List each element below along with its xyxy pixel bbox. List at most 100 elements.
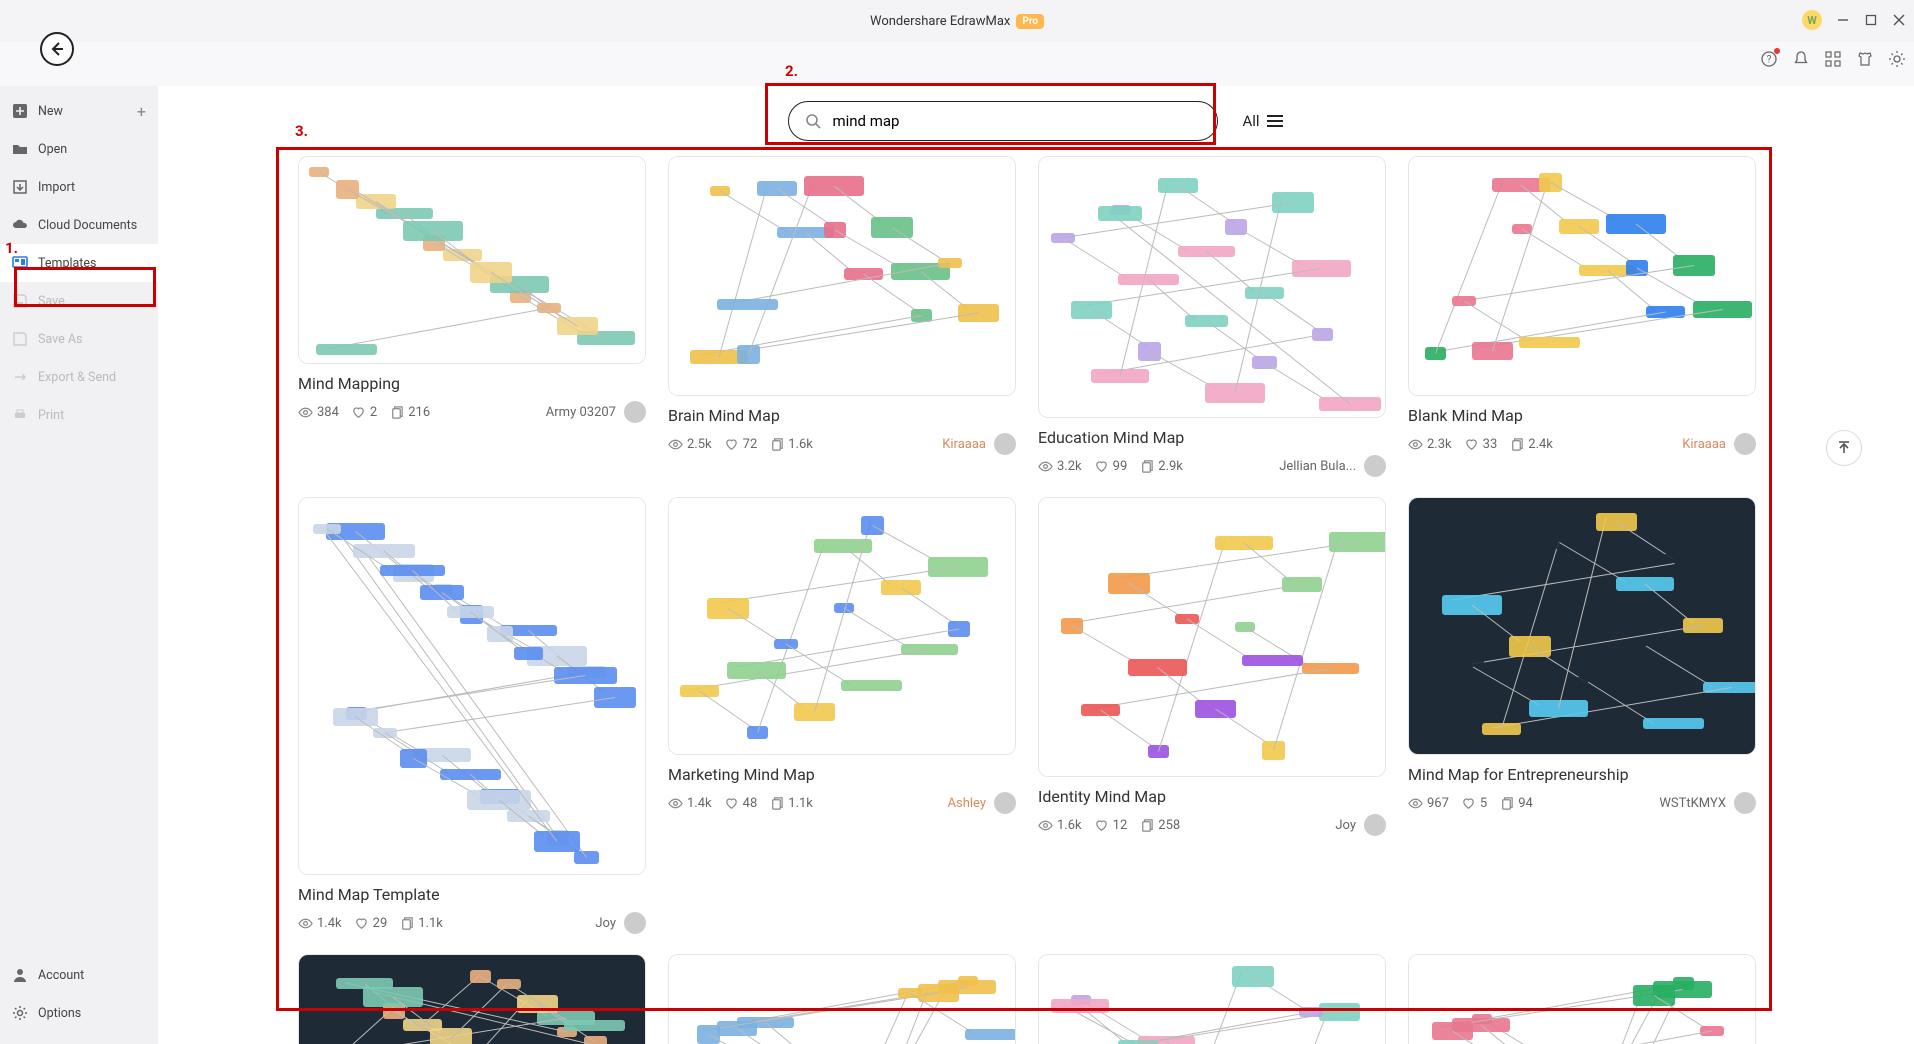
template-card[interactable]: Mind Map Template 1.4k 29 1.1k Joy (298, 497, 646, 934)
search-box[interactable] (788, 101, 1218, 141)
sidebar-item-import[interactable]: Import (0, 168, 158, 206)
template-card[interactable]: Blank Mind Map 2.3k 33 2.4k Kiraaaa (1408, 156, 1756, 455)
sidebar-item-open[interactable]: Open (0, 130, 158, 168)
results-grid: Mind Mapping 384 2 216 Army 03207 Brain … (298, 156, 1794, 1044)
sidebar-item-saveas: Save As (0, 320, 158, 358)
sidebar-item-templates[interactable]: Templates (0, 244, 158, 282)
template-author[interactable]: Joy (595, 912, 646, 934)
back-arrow-icon (48, 40, 66, 58)
template-thumbnail[interactable] (1408, 954, 1756, 1044)
template-author[interactable]: WSTtKMYX (1659, 792, 1756, 814)
template-title: Education Mind Map (1038, 428, 1386, 447)
folder-icon (12, 141, 28, 157)
copies-stat: 258 (1139, 818, 1180, 833)
template-author[interactable]: Ashley (948, 792, 1016, 814)
help-icon[interactable]: ? (1760, 50, 1778, 68)
template-thumbnail[interactable] (1038, 954, 1386, 1044)
likes-stat: 5 (1461, 796, 1487, 811)
template-author[interactable]: Kiraaaa (1682, 433, 1756, 455)
gear-icon (12, 1005, 28, 1021)
sidebar-label: Cloud Documents (38, 218, 137, 233)
minimize-button[interactable] (1836, 13, 1850, 27)
template-thumbnail[interactable] (668, 497, 1016, 755)
sidebar-item-new[interactable]: New + (0, 92, 158, 130)
gear-icon[interactable] (1888, 50, 1906, 68)
annotation-1: 1. (5, 239, 18, 257)
template-title: Mind Map Template (298, 885, 646, 904)
template-card[interactable]: Marketing Mind Map 1.4k 48 1.1k Ashley (668, 497, 1016, 814)
template-author[interactable]: Jellian Bula... (1279, 455, 1386, 477)
likes-stat: 2 (351, 405, 377, 420)
close-button[interactable] (1892, 13, 1906, 27)
template-meta: 2.3k 33 2.4k Kiraaaa (1408, 433, 1756, 455)
copies-stat: 2.4k (1509, 437, 1553, 452)
template-card[interactable] (298, 954, 646, 1044)
grid-icon[interactable] (1824, 50, 1842, 68)
template-thumbnail[interactable] (1038, 156, 1386, 418)
template-thumbnail[interactable] (298, 954, 646, 1044)
sidebar-item-account[interactable]: Account (0, 956, 158, 994)
template-thumbnail[interactable] (1038, 497, 1386, 777)
account-icon (12, 967, 28, 983)
template-card[interactable] (668, 954, 1016, 1044)
app-title: Wondershare EdrawMax (870, 14, 1010, 29)
scroll-top-button[interactable] (1826, 430, 1862, 466)
template-thumbnail[interactable] (668, 954, 1016, 1044)
templates-icon (12, 255, 28, 271)
template-thumbnail[interactable] (1408, 156, 1756, 396)
views-stat: 3.2k (1038, 459, 1082, 474)
sidebar-label: Export & Send (38, 370, 116, 385)
bell-icon[interactable] (1792, 50, 1810, 68)
sidebar-label: Account (38, 968, 84, 983)
user-avatar[interactable]: W (1802, 10, 1822, 30)
notification-dot (1774, 48, 1780, 54)
template-card[interactable]: Identity Mind Map 1.6k 12 258 Joy (1038, 497, 1386, 836)
template-author[interactable]: Joy (1335, 814, 1386, 836)
filter-all[interactable]: All (1242, 112, 1283, 130)
maximize-button[interactable] (1864, 13, 1878, 27)
sidebar-item-cloud[interactable]: Cloud Documents (0, 206, 158, 244)
search-input[interactable] (832, 112, 1201, 130)
template-card[interactable] (1038, 954, 1386, 1044)
template-meta: 967 5 94 WSTtKMYX (1408, 792, 1756, 814)
save-icon (12, 293, 28, 309)
template-card[interactable]: Brain Mind Map 2.5k 72 1.6k Kiraaaa (668, 156, 1016, 455)
author-avatar (624, 912, 646, 934)
template-card[interactable] (1408, 954, 1756, 1044)
template-card[interactable]: Education Mind Map 3.2k 99 2.9k Jellian … (1038, 156, 1386, 477)
views-stat: 1.4k (298, 916, 342, 931)
back-button[interactable] (40, 32, 74, 66)
template-thumbnail[interactable] (1408, 497, 1756, 755)
sidebar-label: Save As (38, 332, 82, 347)
author-avatar (1734, 792, 1756, 814)
template-thumbnail[interactable] (668, 156, 1016, 396)
copies-stat: 216 (389, 405, 430, 420)
sidebar-item-print: Print (0, 396, 158, 434)
add-icon[interactable]: + (137, 102, 146, 121)
template-card[interactable]: Mind Map for Entrepreneurship 967 5 94 W… (1408, 497, 1756, 814)
template-meta: 1.4k 29 1.1k Joy (298, 912, 646, 934)
template-meta: 3.2k 99 2.9k Jellian Bula... (1038, 455, 1386, 477)
template-card[interactable]: Mind Mapping 384 2 216 Army 03207 (298, 156, 646, 423)
template-thumbnail[interactable] (298, 497, 646, 875)
author-avatar (1364, 814, 1386, 836)
toolbar-icons: ? (1760, 50, 1906, 68)
titlebar: Wondershare EdrawMax Pro W (0, 0, 1914, 42)
sidebar-label: Print (38, 408, 64, 423)
views-stat: 2.3k (1408, 437, 1452, 452)
author-avatar (1734, 433, 1756, 455)
results-scroll[interactable]: Mind Mapping 384 2 216 Army 03207 Brain … (158, 156, 1914, 1044)
shirt-icon[interactable] (1856, 50, 1874, 68)
views-stat: 384 (298, 405, 339, 420)
plus-square-icon (12, 103, 28, 119)
sidebar-item-options[interactable]: Options (0, 994, 158, 1032)
template-thumbnail[interactable] (298, 156, 646, 364)
sidebar-label: Import (38, 180, 75, 195)
sidebar: New + Open Import Cloud Documents Templa… (0, 86, 158, 1044)
views-stat: 1.4k (668, 796, 712, 811)
author-avatar (994, 433, 1016, 455)
template-author[interactable]: Army 03207 (546, 401, 646, 423)
template-meta: 2.5k 72 1.6k Kiraaaa (668, 433, 1016, 455)
template-author[interactable]: Kiraaaa (942, 433, 1016, 455)
template-title: Brain Mind Map (668, 406, 1016, 425)
